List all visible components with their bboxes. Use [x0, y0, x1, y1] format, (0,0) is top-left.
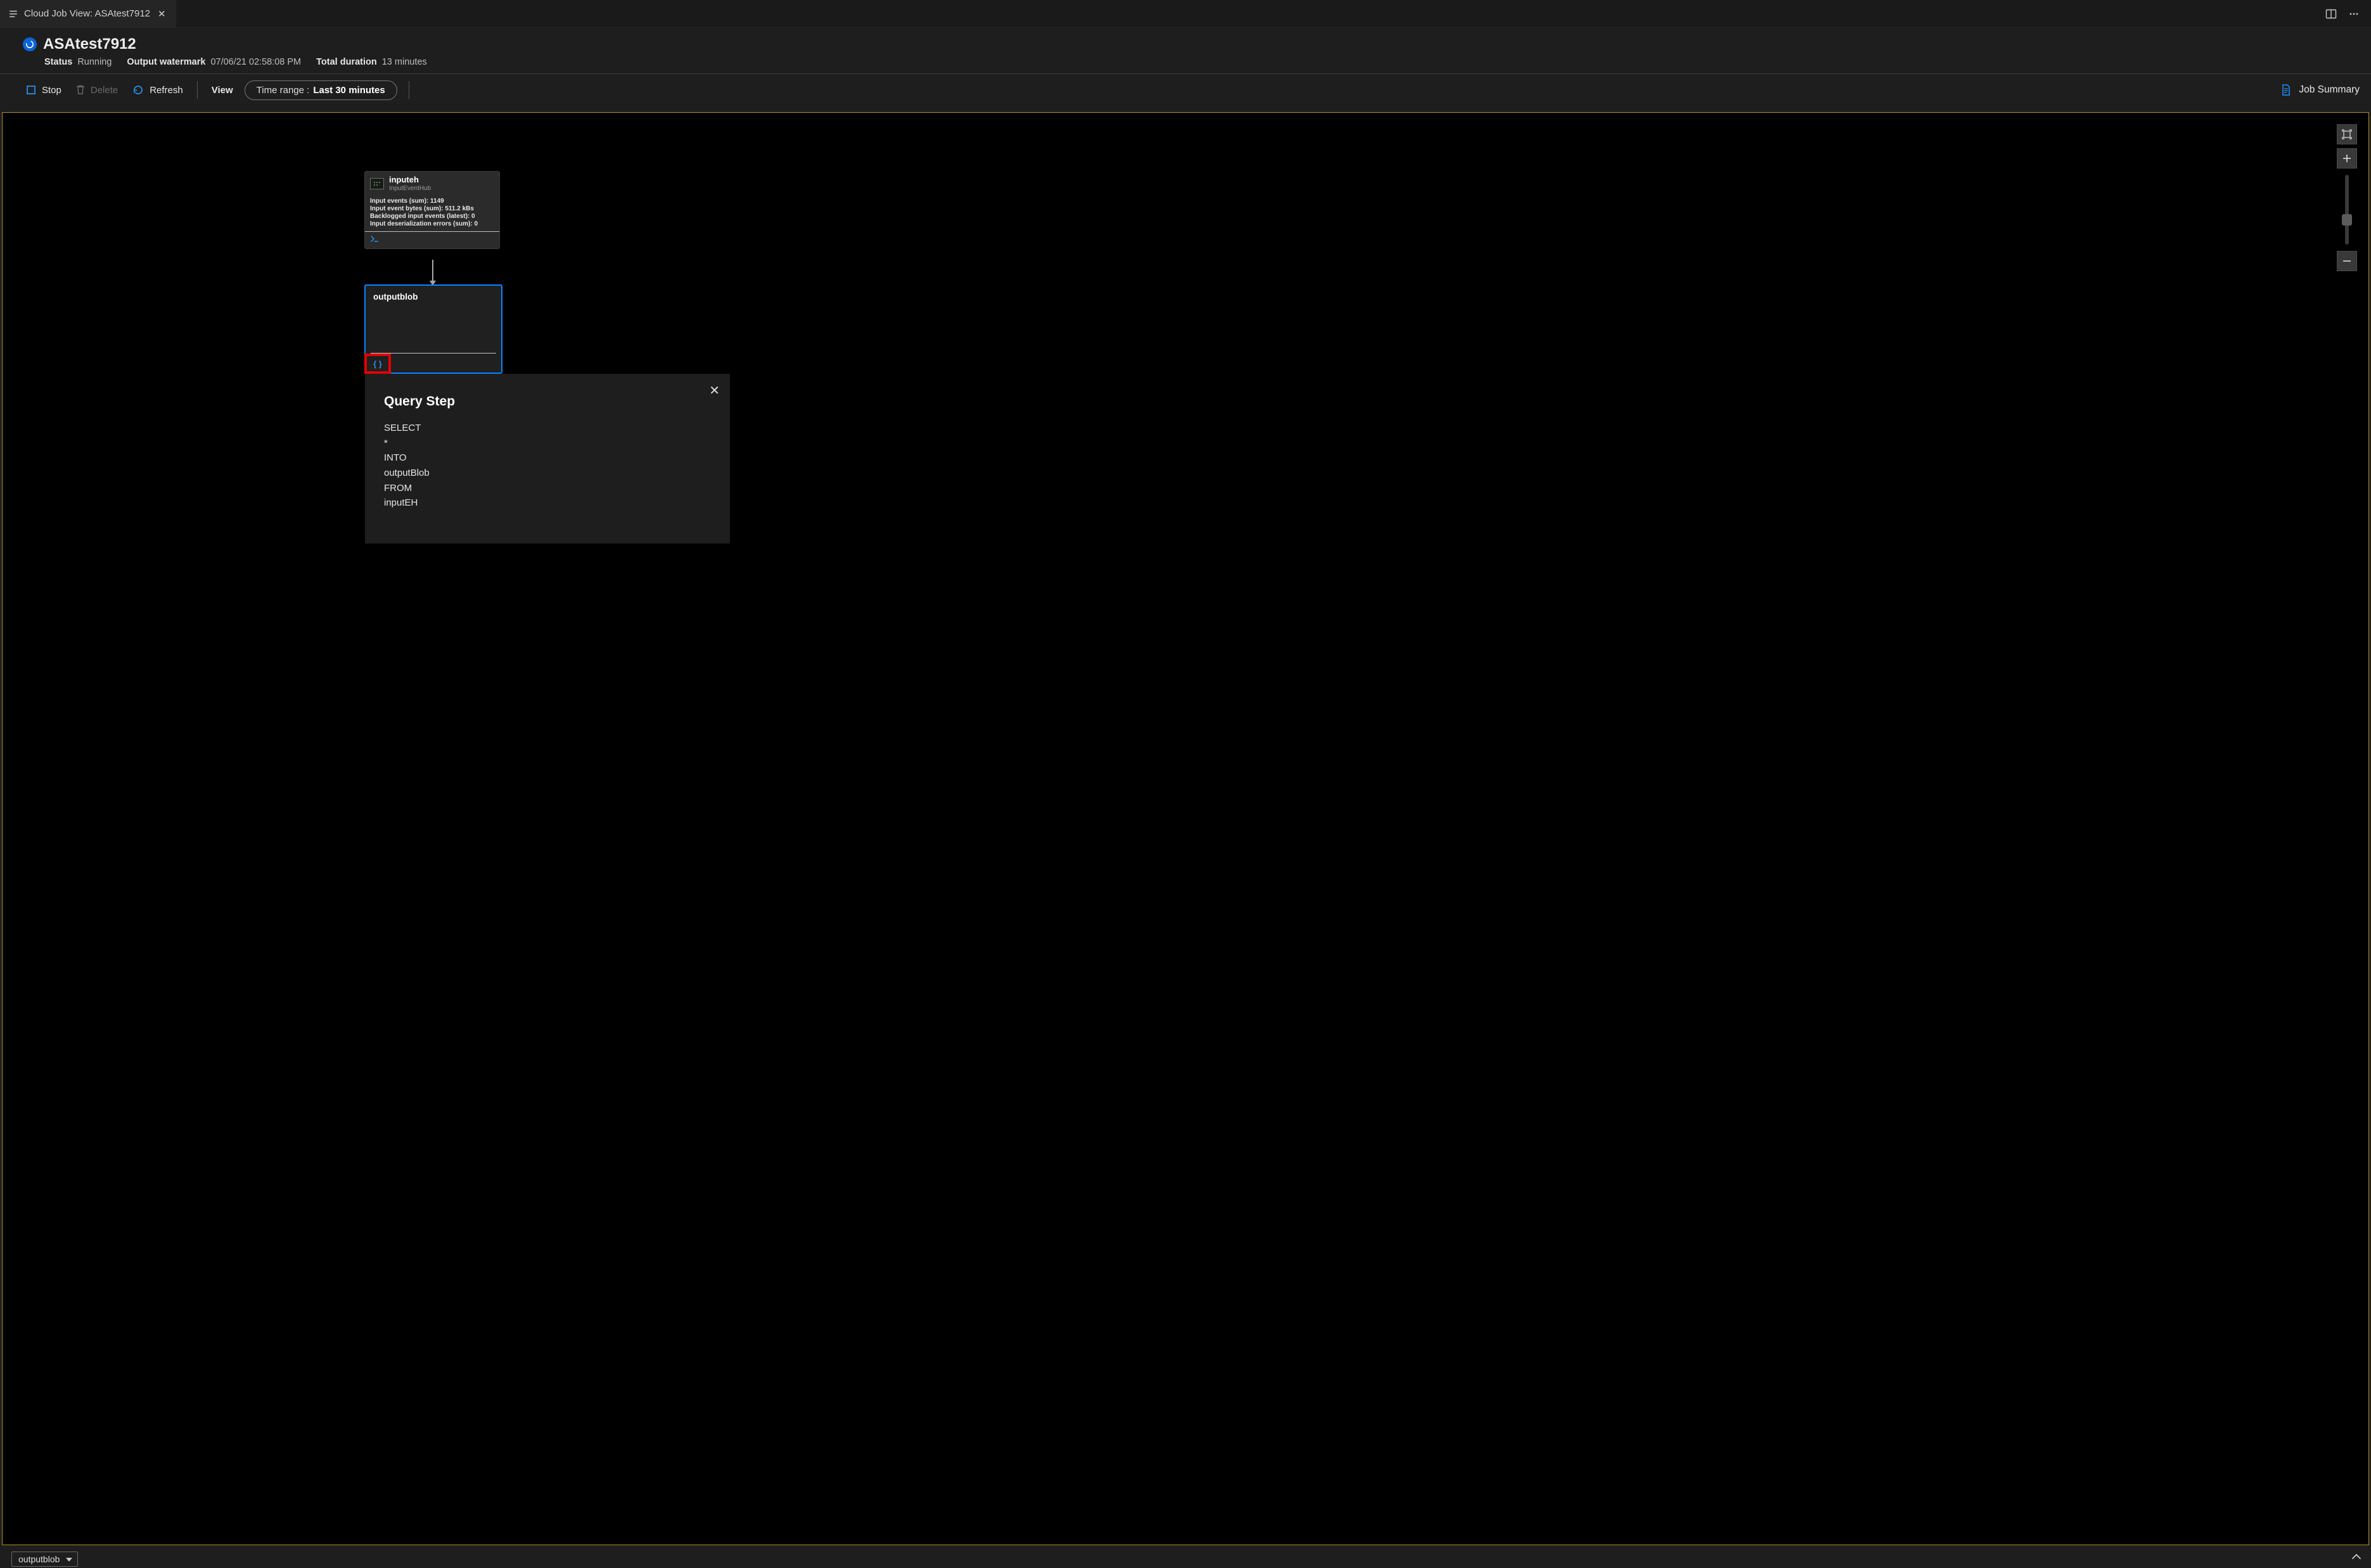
input-node-footer[interactable]: [365, 231, 499, 248]
input-node-subtitle: InputEventHub: [389, 185, 431, 193]
eventhub-icon: [370, 178, 384, 189]
tab-list-icon: [9, 10, 18, 18]
page-header: ASAtest7912 Status Running Output waterm…: [0, 28, 2371, 74]
stop-icon: [25, 84, 37, 96]
stop-label: Stop: [42, 85, 61, 96]
split-editor-icon[interactable]: [2325, 8, 2337, 20]
trash-icon: [75, 84, 86, 96]
output-selector-dropdown[interactable]: outputblob: [11, 1552, 78, 1567]
preview-icon: [370, 235, 379, 243]
refresh-button[interactable]: Refresh: [129, 81, 186, 99]
status-value: Running: [77, 57, 112, 67]
output-node-title: outputblob: [366, 286, 501, 308]
input-node-metrics: Input events (sum): 1149 Input event byt…: [365, 196, 499, 231]
bottom-bar: outputblob: [11, 1552, 78, 1567]
page-title: ASAtest7912: [43, 35, 136, 53]
more-icon[interactable]: [2348, 8, 2360, 20]
status-label: Status: [44, 57, 72, 67]
watermark-label: Output watermark: [127, 57, 205, 67]
stop-button[interactable]: Stop: [23, 82, 64, 98]
braces-icon: { }: [373, 359, 382, 369]
input-node-title: inputeh: [389, 175, 431, 185]
toolbar: Stop Delete Refresh View Time range : La…: [0, 74, 2371, 106]
dropdown-label: outputblob: [18, 1554, 60, 1564]
duration-label: Total duration: [316, 57, 377, 67]
watermark-value: 07/06/21 02:58:08 PM: [210, 57, 301, 67]
job-summary-button[interactable]: Job Summary: [2280, 84, 2360, 96]
editor-tab[interactable]: Cloud Job View: ASAtest7912 ✕: [0, 0, 176, 27]
popup-title: Query Step: [384, 394, 711, 409]
zoom-handle[interactable]: [2342, 214, 2352, 226]
close-icon[interactable]: ✕: [709, 383, 720, 398]
query-step-popup: ✕ Query Step SELECT * INTO outputBlob FR…: [365, 374, 730, 544]
asa-logo-icon: [23, 37, 37, 51]
time-range-value: Last 30 minutes: [313, 85, 385, 96]
query-script-button[interactable]: { }: [364, 354, 391, 374]
job-summary-label: Job Summary: [2299, 84, 2360, 96]
document-icon: [2280, 84, 2292, 96]
zoom-fit-button[interactable]: [2337, 124, 2357, 144]
view-button[interactable]: View: [209, 82, 236, 98]
query-text: SELECT * INTO outputBlob FROM inputEH: [384, 421, 711, 511]
time-range-selector[interactable]: Time range : Last 30 minutes: [245, 80, 397, 100]
tab-title: Cloud Job View: ASAtest7912: [24, 8, 150, 19]
time-range-label: Time range :: [257, 85, 310, 96]
zoom-in-button[interactable]: [2337, 148, 2357, 169]
delete-button: Delete: [73, 82, 120, 98]
zoom-out-button[interactable]: [2337, 251, 2357, 271]
close-icon[interactable]: ✕: [157, 8, 167, 20]
duration-value: 13 minutes: [382, 57, 427, 67]
refresh-icon: [132, 84, 144, 96]
zoom-controls: [2337, 124, 2357, 271]
refresh-label: Refresh: [150, 85, 183, 96]
diagram-canvas[interactable]: inputeh InputEventHub Input events (sum)…: [2, 112, 2369, 1545]
output-node[interactable]: outputblob { }: [364, 284, 502, 374]
edge-arrow: [432, 260, 433, 283]
toolbar-separator: [197, 81, 198, 99]
input-node[interactable]: inputeh InputEventHub Input events (sum)…: [364, 171, 500, 249]
expand-panel-button[interactable]: [2351, 1552, 2362, 1564]
tab-bar: Cloud Job View: ASAtest7912 ✕: [0, 0, 2371, 28]
zoom-slider[interactable]: [2345, 175, 2349, 245]
delete-label: Delete: [91, 85, 118, 96]
view-label: View: [212, 85, 233, 96]
